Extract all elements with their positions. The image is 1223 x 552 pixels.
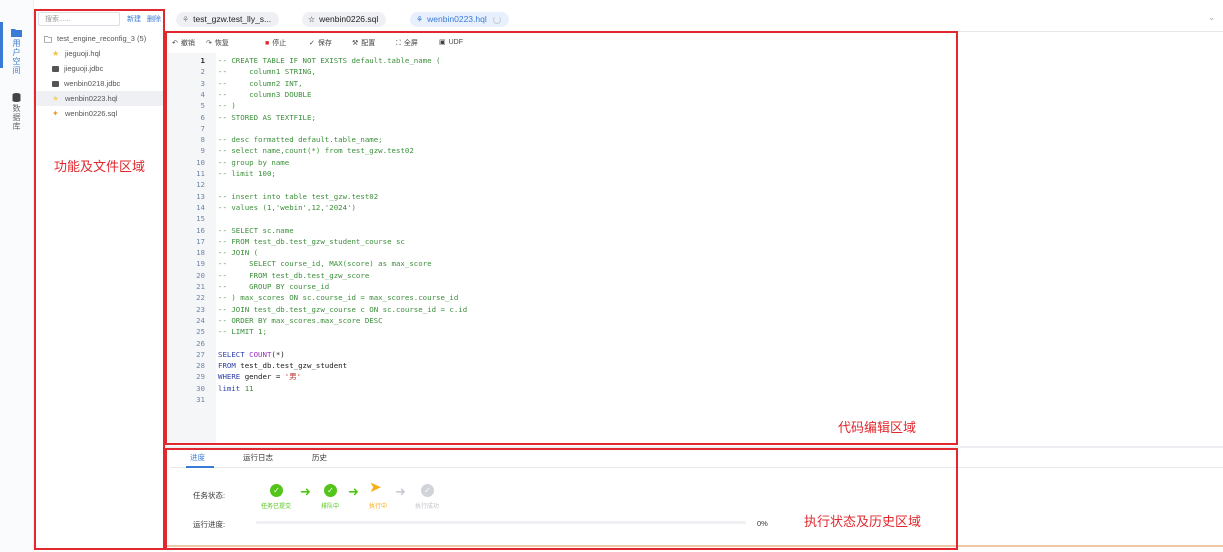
annotation-editor-label: 代码编辑区域 <box>838 420 917 435</box>
editor-tab-active[interactable]: ⚘ wenbin0223.hql <box>410 12 510 27</box>
editor-tab-bar: ⚘ test_gzw.test_lly_s... ☆ wenbin0226.sql … <box>165 5 1223 32</box>
annotation-files-label: 功能及文件区域 <box>54 159 146 174</box>
annotation-box-status <box>165 448 958 550</box>
folder-icon <box>11 29 22 37</box>
rail-item-database[interactable]: 数据库 <box>0 93 33 131</box>
hql-file-icon: ⚘ <box>182 15 190 24</box>
rail-item-label: 用户空间 <box>12 39 21 75</box>
editor-tab-label: test_gzw.test_lly_s... <box>193 14 272 24</box>
chevron-down-icon[interactable]: ⌄ <box>1208 13 1215 22</box>
database-icon <box>12 93 21 102</box>
loading-spinner-icon <box>493 15 502 24</box>
hql-file-icon: ⚘ <box>416 15 424 24</box>
rail-item-label: 数据库 <box>12 104 21 131</box>
editor-tab[interactable]: ⚘ test_gzw.test_lly_s... <box>176 12 280 27</box>
editor-tab[interactable]: ☆ wenbin0226.sql <box>302 12 387 27</box>
annotation-box-files <box>34 9 165 550</box>
annotation-box-editor <box>165 31 958 445</box>
sql-file-icon: ☆ <box>308 15 316 24</box>
annotation-status-label: 执行状态及历史区域 <box>804 514 922 529</box>
editor-tab-label: wenbin0226.sql <box>319 14 379 24</box>
rail-item-user-space[interactable]: 用户空间 <box>0 22 33 75</box>
left-icon-rail: 用户空间 数据库 <box>0 0 34 552</box>
editor-tab-label: wenbin0223.hql <box>427 14 487 24</box>
